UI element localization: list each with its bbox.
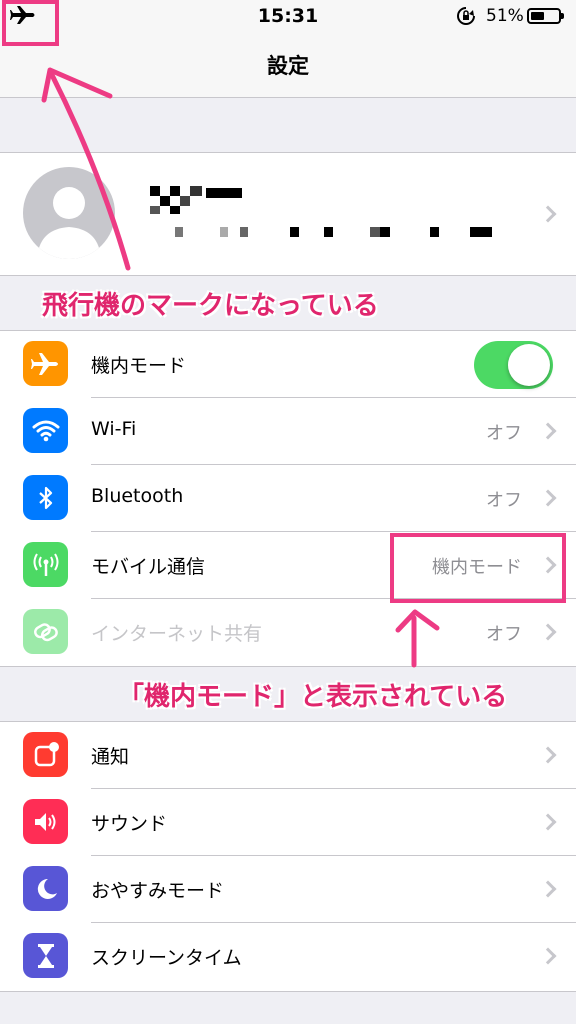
rotation-lock-icon	[457, 7, 475, 25]
chevron-right-icon	[539, 947, 557, 965]
chevron-right-icon	[539, 422, 557, 440]
nav-bar: 設定	[0, 32, 576, 98]
screentime-label: スクリーンタイム	[91, 947, 242, 969]
airplane-icon	[23, 341, 68, 386]
chevron-right-icon	[539, 880, 557, 898]
battery-percent: 51%	[486, 6, 524, 26]
bluetooth-row[interactable]: Bluetooth オフ	[0, 465, 576, 532]
connectivity-group: 機内モード Wi-Fi オフ Bluetooth オフ モバイル通信 機内モード…	[0, 330, 576, 667]
chevron-right-icon	[539, 623, 557, 641]
bluetooth-label: Bluetooth	[91, 485, 184, 507]
chevron-right-icon	[539, 205, 557, 223]
bluetooth-value: オフ	[486, 490, 522, 511]
notifications-icon	[23, 732, 68, 777]
hotspot-value: オフ	[486, 624, 522, 645]
hourglass-icon	[23, 933, 68, 978]
status-bar: 15:31 51%	[0, 0, 576, 32]
sounds-row[interactable]: サウンド	[0, 789, 576, 856]
cellular-label: モバイル通信	[91, 556, 206, 578]
hotspot-label: インターネット共有	[91, 623, 263, 645]
wifi-icon	[23, 408, 68, 453]
apple-id-profile-row[interactable]	[0, 152, 576, 276]
hotspot-icon	[23, 609, 68, 654]
avatar	[23, 167, 115, 259]
battery-icon	[527, 8, 564, 24]
dnd-label: おやすみモード	[91, 880, 225, 902]
annotation-highlight-cellular-value	[390, 533, 566, 603]
chevron-right-icon	[539, 746, 557, 764]
bluetooth-icon	[23, 475, 68, 520]
annotation-text-top: 飛行機のマークになっている	[42, 291, 379, 321]
chevron-right-icon	[539, 489, 557, 507]
moon-icon	[23, 866, 68, 911]
cellular-icon	[23, 542, 68, 587]
chevron-right-icon	[539, 813, 557, 831]
notifications-group: 通知 サウンド おやすみモード スクリーンタイム	[0, 721, 576, 992]
airplane-mode-label: 機内モード	[91, 355, 187, 377]
notifications-row[interactable]: 通知	[0, 722, 576, 789]
annotation-text-middle: 「機内モード」と表示されている	[118, 682, 508, 712]
speaker-icon	[23, 799, 68, 844]
airplane-mode-toggle[interactable]	[474, 341, 553, 389]
wifi-label: Wi-Fi	[91, 418, 137, 440]
page-title: 設定	[267, 54, 309, 78]
annotation-highlight-airplane-status	[2, 0, 59, 46]
sounds-label: サウンド	[91, 813, 168, 835]
airplane-mode-row: 機内モード	[0, 331, 576, 398]
do-not-disturb-row[interactable]: おやすみモード	[0, 856, 576, 923]
notifications-label: 通知	[91, 746, 130, 768]
wifi-value: オフ	[486, 423, 522, 444]
wifi-row[interactable]: Wi-Fi オフ	[0, 398, 576, 465]
screen-time-row[interactable]: スクリーンタイム	[0, 923, 576, 990]
toggle-knob	[508, 344, 550, 386]
personal-hotspot-row[interactable]: インターネット共有 オフ	[0, 599, 576, 666]
